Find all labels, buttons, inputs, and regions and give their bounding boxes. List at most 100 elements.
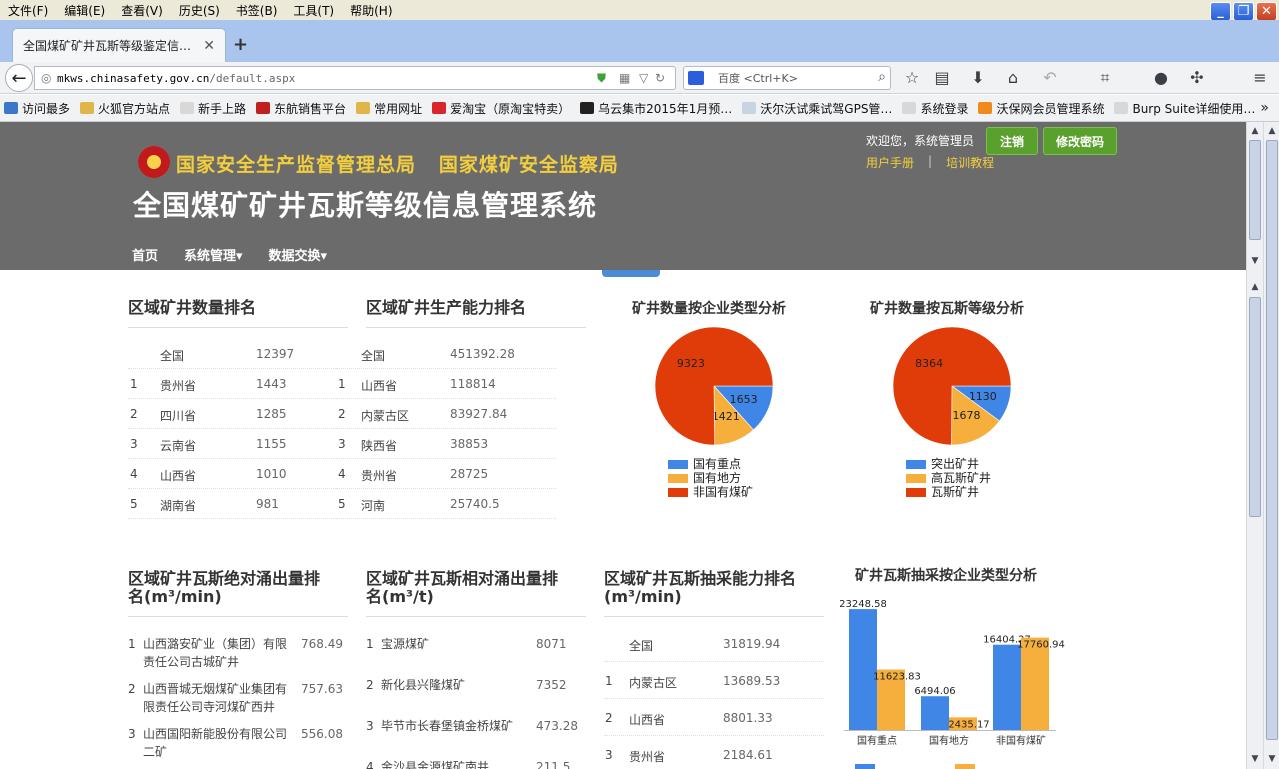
hamburger-menu-icon[interactable]: ≡ (1250, 68, 1270, 87)
bookmark-item[interactable]: 系统登录 (902, 100, 968, 117)
org-name: 国家安全生产监督管理总局 国家煤矿安全监察局 (176, 154, 619, 176)
rank-region: 四川省 (160, 409, 197, 423)
page-scrollbar[interactable]: ▲ ▼ ▲ ▼ (1246, 122, 1263, 769)
shield-icon[interactable]: ⛊ (597, 71, 606, 86)
bar-data-label: 23248.58 (840, 599, 887, 610)
nav-data-exchange[interactable]: 数据交换▾ (269, 245, 328, 264)
bar[interactable] (1021, 637, 1049, 730)
bookmark-item[interactable]: 沃尔沃试乘试驾GPS管… (742, 100, 892, 117)
bar[interactable] (921, 696, 949, 730)
back-arrow-icon[interactable]: ← (5, 64, 33, 92)
search-icon[interactable]: ⌕ (878, 69, 886, 85)
bookmark-label: 爱淘宝（原淘宝特卖） (450, 101, 571, 116)
menu-bookmarks[interactable]: 书签(B) (228, 2, 286, 19)
close-window-icon[interactable]: ✕ (1256, 2, 1277, 21)
rank-row: 3 陕西省 38853 (336, 429, 556, 459)
bookmark-item[interactable]: 沃保网会员管理系统 (978, 100, 1104, 117)
divider (604, 616, 824, 617)
scroll-up-icon[interactable]: ▲ (1248, 280, 1262, 295)
maximize-icon[interactable]: ❐ (1233, 2, 1254, 21)
search-box[interactable]: 百度 <Ctrl+K> ⌕ (683, 66, 891, 90)
divider (366, 616, 586, 617)
bookmark-item[interactable]: 东航销售平台 (256, 100, 346, 117)
bookmarks-overflow-icon[interactable]: » (1260, 100, 1269, 116)
scroll-down-icon[interactable]: ▼ (1248, 752, 1262, 767)
menu-view[interactable]: 查看(V) (113, 2, 171, 19)
menu-edit[interactable]: 编辑(E) (56, 2, 113, 19)
scroll-thumb[interactable] (1266, 140, 1278, 740)
new-tab-icon[interactable]: + (233, 34, 248, 55)
menu-file[interactable]: 文件(F) (0, 2, 56, 19)
divider (128, 327, 348, 328)
rank-region: 湖南省 (160, 499, 197, 513)
home-icon[interactable]: ⌂ (1003, 68, 1023, 87)
reload-icon[interactable]: ↻ (655, 71, 665, 85)
download-icon[interactable]: ⬇ (968, 68, 988, 87)
bar[interactable] (993, 644, 1021, 730)
bookmark-item[interactable]: 乌云集市2015年1月预… (580, 100, 732, 117)
bar[interactable] (849, 609, 877, 730)
dropdown-icon[interactable]: ▽ (639, 71, 648, 85)
bar-data-label: 11623.83 (873, 672, 921, 683)
close-tab-icon[interactable]: ✕ (203, 38, 215, 54)
star-icon[interactable]: ☆ (902, 68, 922, 87)
browser-tab[interactable]: 全国煤矿矿井瓦斯等级鉴定信… ✕ (12, 28, 226, 62)
rank-row: 3 云南省 1155 (128, 429, 348, 459)
menu-help[interactable]: 帮助(H) (342, 2, 400, 19)
bookmark-item[interactable]: 新手上路 (180, 100, 246, 117)
scroll-up-icon[interactable]: ▲ (1248, 124, 1262, 139)
bookmark-item[interactable]: 访问最多 (4, 100, 70, 117)
rank-value: 473.28 (536, 719, 578, 733)
rank-value: 8801.33 (723, 711, 773, 725)
rank-value: 1010 (256, 467, 287, 481)
nav-home[interactable]: 首页 (132, 245, 158, 264)
undo-icon[interactable]: ↶ (1040, 68, 1060, 87)
bar-data-label: 2435.17 (948, 719, 989, 730)
rank-region: 山西省 (361, 379, 398, 393)
capacity-rank-title: 区域矿井生产能力排名 (366, 298, 527, 317)
rank-row: 1 贵州省 1443 (128, 369, 348, 399)
scroll-thumb[interactable] (1249, 297, 1261, 517)
bookmark-icon (978, 102, 993, 114)
reading-list-icon[interactable]: ▤ (932, 68, 952, 87)
menu-tools[interactable]: 工具(T) (285, 2, 342, 19)
scroll-down-icon[interactable]: ▼ (1265, 752, 1279, 767)
qr-code-icon[interactable]: ▦ (619, 71, 630, 85)
rank-row: 1 山西省 118814 (336, 369, 556, 399)
rank-region: 贵州省 (361, 469, 398, 483)
rank-rank: 3 (338, 437, 346, 451)
crop-icon[interactable]: ⌗ (1095, 68, 1115, 88)
chat-icon[interactable]: ● (1151, 68, 1171, 87)
nav-system-management[interactable]: 系统管理▾ (184, 245, 243, 264)
rank-region: 全国 (361, 349, 386, 363)
scroll-thumb[interactable] (1249, 140, 1261, 240)
rank-row: 2 内蒙古区 83927.84 (336, 399, 556, 429)
bookmark-label: Burp Suite详细使用… (1132, 101, 1256, 116)
rank-region: 陕西省 (361, 439, 398, 453)
rank-row: 5 河南 25740.5 (336, 489, 556, 519)
window-scrollbar[interactable]: ▲ ▼ (1263, 122, 1279, 769)
bookmark-item[interactable]: 爱淘宝（原淘宝特卖） (432, 100, 570, 117)
pie-chart-2-title: 矿井数量按瓦斯等级分析 (870, 301, 1024, 317)
url-bar[interactable]: ◎ mkws.chinasafety.gov.cn/default.aspx ⛊… (34, 66, 676, 90)
menu-history[interactable]: 历史(S) (171, 2, 228, 19)
rank-value: 1155 (256, 437, 287, 451)
change-password-button[interactable]: 修改密码 (1043, 127, 1117, 155)
logout-button[interactable]: 注销 (986, 127, 1038, 155)
collapse-header-tab[interactable] (602, 270, 660, 277)
training-link[interactable]: 培训教程 (946, 154, 994, 171)
rank-region: 内蒙古区 (629, 676, 678, 690)
scroll-down-icon[interactable]: ▼ (1248, 254, 1262, 269)
baidu-engine-icon[interactable] (688, 71, 704, 85)
addon-icon[interactable]: ✣ (1187, 68, 1207, 87)
rank-row: 2 四川省 1285 (128, 399, 348, 429)
bookmark-item[interactable]: Burp Suite详细使用… (1114, 100, 1255, 117)
legend-item: 高瓦斯矿井 (906, 471, 991, 485)
rank-value: 38853 (450, 437, 489, 451)
bookmark-item[interactable]: 常用网址 (356, 100, 422, 117)
user-manual-link[interactable]: 用户手册 (866, 154, 914, 171)
gas-absolute-rank-title: 区域矿井瓦斯绝对涌出量排 名(m³/min) (128, 569, 321, 606)
minimize-icon[interactable]: _ (1210, 2, 1231, 21)
scroll-up-icon[interactable]: ▲ (1265, 124, 1279, 139)
bookmark-item[interactable]: 火狐官方站点 (80, 100, 170, 117)
